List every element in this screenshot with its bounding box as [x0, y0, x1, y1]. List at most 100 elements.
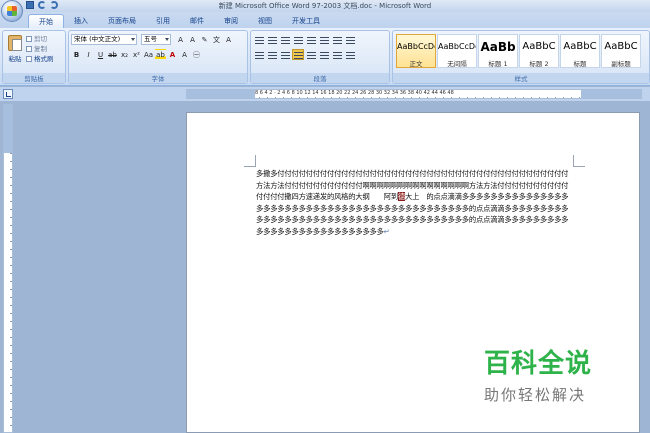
styles-group-label: 样式	[393, 73, 649, 83]
tab-review[interactable]: 审阅	[214, 14, 248, 28]
line-spacing-icon[interactable]	[318, 49, 330, 60]
paste-button[interactable]: 粘贴	[6, 33, 24, 67]
font-group-label: 字体	[69, 73, 247, 83]
document-body[interactable]: 多撒多付付付付付付付付付付付付付付付付付付付付付付付付付付付付付付付付付付付付付…	[256, 168, 575, 237]
style-name: 标题 1	[488, 60, 508, 68]
bullets-icon[interactable]	[253, 34, 265, 45]
borders-icon[interactable]	[344, 49, 356, 60]
paragraph-group: 段落	[250, 30, 390, 84]
clipboard-group-label: 剪贴板	[3, 73, 65, 83]
tab-developer[interactable]: 开发工具	[282, 14, 330, 28]
ruler-numbers: 8 6 4 2 · 2 4 6 8 10 12 14 16 18 20 22 2…	[255, 90, 454, 96]
format-painter-button[interactable]: 格式刷	[26, 54, 54, 64]
watermark: 百科全说 助你轻松解决	[484, 343, 614, 405]
tab-mailings[interactable]: 邮件	[180, 14, 214, 28]
crop-mark	[244, 155, 256, 167]
paste-label: 粘贴	[8, 55, 22, 63]
tab-page-layout[interactable]: 页面布局	[98, 14, 146, 28]
justify-icon[interactable]	[292, 49, 304, 60]
selected-text[interactable]: 德	[397, 192, 405, 201]
paragraph-mark: ↵	[383, 226, 390, 236]
ribbon-tab-bar: 开始 插入 页面布局 引用 邮件 审阅 视图 开发工具	[0, 12, 650, 28]
tab-references[interactable]: 引用	[146, 14, 180, 28]
sort-icon[interactable]	[331, 34, 343, 45]
office-button[interactable]	[1, 0, 23, 22]
watermark-subtitle: 助你轻松解决	[484, 386, 587, 404]
style-normal[interactable]: AaBbCcDd 正文	[396, 34, 436, 68]
bold-icon[interactable]: B	[71, 49, 82, 60]
style-sample: AaBbCcDd	[397, 42, 435, 51]
vertical-ruler[interactable]	[3, 104, 13, 433]
subscript-icon[interactable]: x₂	[119, 49, 130, 60]
grow-font-icon[interactable]: A	[175, 34, 186, 45]
font-size-select[interactable]: 五号	[141, 34, 171, 45]
font-name-select[interactable]: 宋体 (中文正文)	[71, 34, 137, 45]
chinese-layout-icon[interactable]	[318, 34, 330, 45]
shading-icon[interactable]	[331, 49, 343, 60]
brush-icon	[26, 56, 32, 62]
align-left-icon[interactable]	[253, 49, 265, 60]
clipboard-group: 粘贴 剪切 复制 格式刷 剪贴板	[2, 30, 66, 84]
style-name: 标题 2	[529, 60, 549, 68]
copy-label: 复制	[34, 45, 47, 53]
chevron-down-icon	[131, 38, 135, 41]
office-logo-icon	[7, 6, 17, 16]
enclose-char-icon[interactable]: ㊀	[191, 49, 202, 60]
tab-selector[interactable]	[3, 89, 13, 99]
style-subtitle[interactable]: AaBbC 副标题	[601, 34, 641, 68]
cut-button[interactable]: 剪切	[26, 34, 54, 44]
show-marks-icon[interactable]	[344, 34, 356, 45]
numbering-icon[interactable]	[266, 34, 278, 45]
increase-indent-icon[interactable]	[305, 34, 317, 45]
style-sample: AaBbC	[604, 41, 638, 52]
window-title: 新建 Microsoft Office Word 97-2003 文档.doc …	[218, 2, 432, 10]
font-group: 宋体 (中文正文) 五号 A A ✎ 文 A B I U ab x₂ x² Aa…	[68, 30, 248, 84]
multilevel-list-icon[interactable]	[279, 34, 291, 45]
decrease-indent-icon[interactable]	[292, 34, 304, 45]
style-title[interactable]: AaBbC 标题	[560, 34, 600, 68]
superscript-icon[interactable]: x²	[131, 49, 142, 60]
font-size-value: 五号	[144, 35, 157, 43]
title-bar: 新建 Microsoft Office Word 97-2003 文档.doc …	[0, 0, 650, 22]
copy-button[interactable]: 复制	[26, 44, 54, 54]
phonetic-guide-icon[interactable]: 文	[211, 34, 222, 45]
style-name: 标题	[573, 60, 587, 68]
styles-group: AaBbCcDd 正文 AaBbCcDd 无间隔 AaBb 标题 1 AaBbC…	[392, 30, 650, 84]
style-name: 副标题	[611, 60, 631, 68]
highlight-icon[interactable]: ab	[155, 49, 166, 60]
style-heading-2[interactable]: AaBbC 标题 2	[519, 34, 559, 68]
watermark-title: 百科全说	[484, 349, 593, 379]
font-name-value: 宋体 (中文正文)	[74, 35, 121, 43]
align-center-icon[interactable]	[266, 49, 278, 60]
scissors-icon	[26, 36, 32, 42]
clear-format-icon[interactable]: ✎	[199, 34, 210, 45]
top-margin-area	[4, 105, 12, 153]
char-border-icon[interactable]: A	[223, 34, 234, 45]
align-right-icon[interactable]	[279, 49, 291, 60]
distributed-icon[interactable]	[305, 49, 317, 60]
tab-insert[interactable]: 插入	[64, 14, 98, 28]
paragraph-group-label: 段落	[251, 73, 389, 83]
style-sample: AaBb	[480, 40, 516, 54]
underline-icon[interactable]: U	[95, 49, 106, 60]
style-sample: AaBbCcDd	[438, 42, 476, 51]
shrink-font-icon[interactable]: A	[187, 34, 198, 45]
crop-mark	[573, 155, 585, 167]
font-color-icon[interactable]: A	[167, 49, 178, 60]
copy-icon	[26, 46, 32, 52]
ruler-bar: 8 6 4 2 · 2 4 6 8 10 12 14 16 18 20 22 2…	[0, 87, 650, 101]
tab-home[interactable]: 开始	[28, 14, 64, 28]
horizontal-ruler[interactable]: 8 6 4 2 · 2 4 6 8 10 12 14 16 18 20 22 2…	[186, 89, 642, 99]
tab-view[interactable]: 视图	[248, 14, 282, 28]
style-name: 正文	[409, 60, 423, 68]
ribbon: 粘贴 剪切 复制 格式刷 剪贴板 宋体 (中文正文) 五号 A A ✎ 文 A …	[0, 28, 650, 86]
style-no-spacing[interactable]: AaBbCcDd 无间隔	[437, 34, 477, 68]
strikethrough-icon[interactable]: ab	[107, 49, 118, 60]
style-heading-1[interactable]: AaBb 标题 1	[478, 34, 518, 68]
style-sample: AaBbC	[563, 41, 597, 52]
italic-icon[interactable]: I	[83, 49, 94, 60]
style-name: 无间隔	[447, 60, 467, 68]
char-shading-icon[interactable]: A	[179, 49, 190, 60]
cut-label: 剪切	[34, 35, 47, 43]
change-case-icon[interactable]: Aa	[143, 49, 154, 60]
